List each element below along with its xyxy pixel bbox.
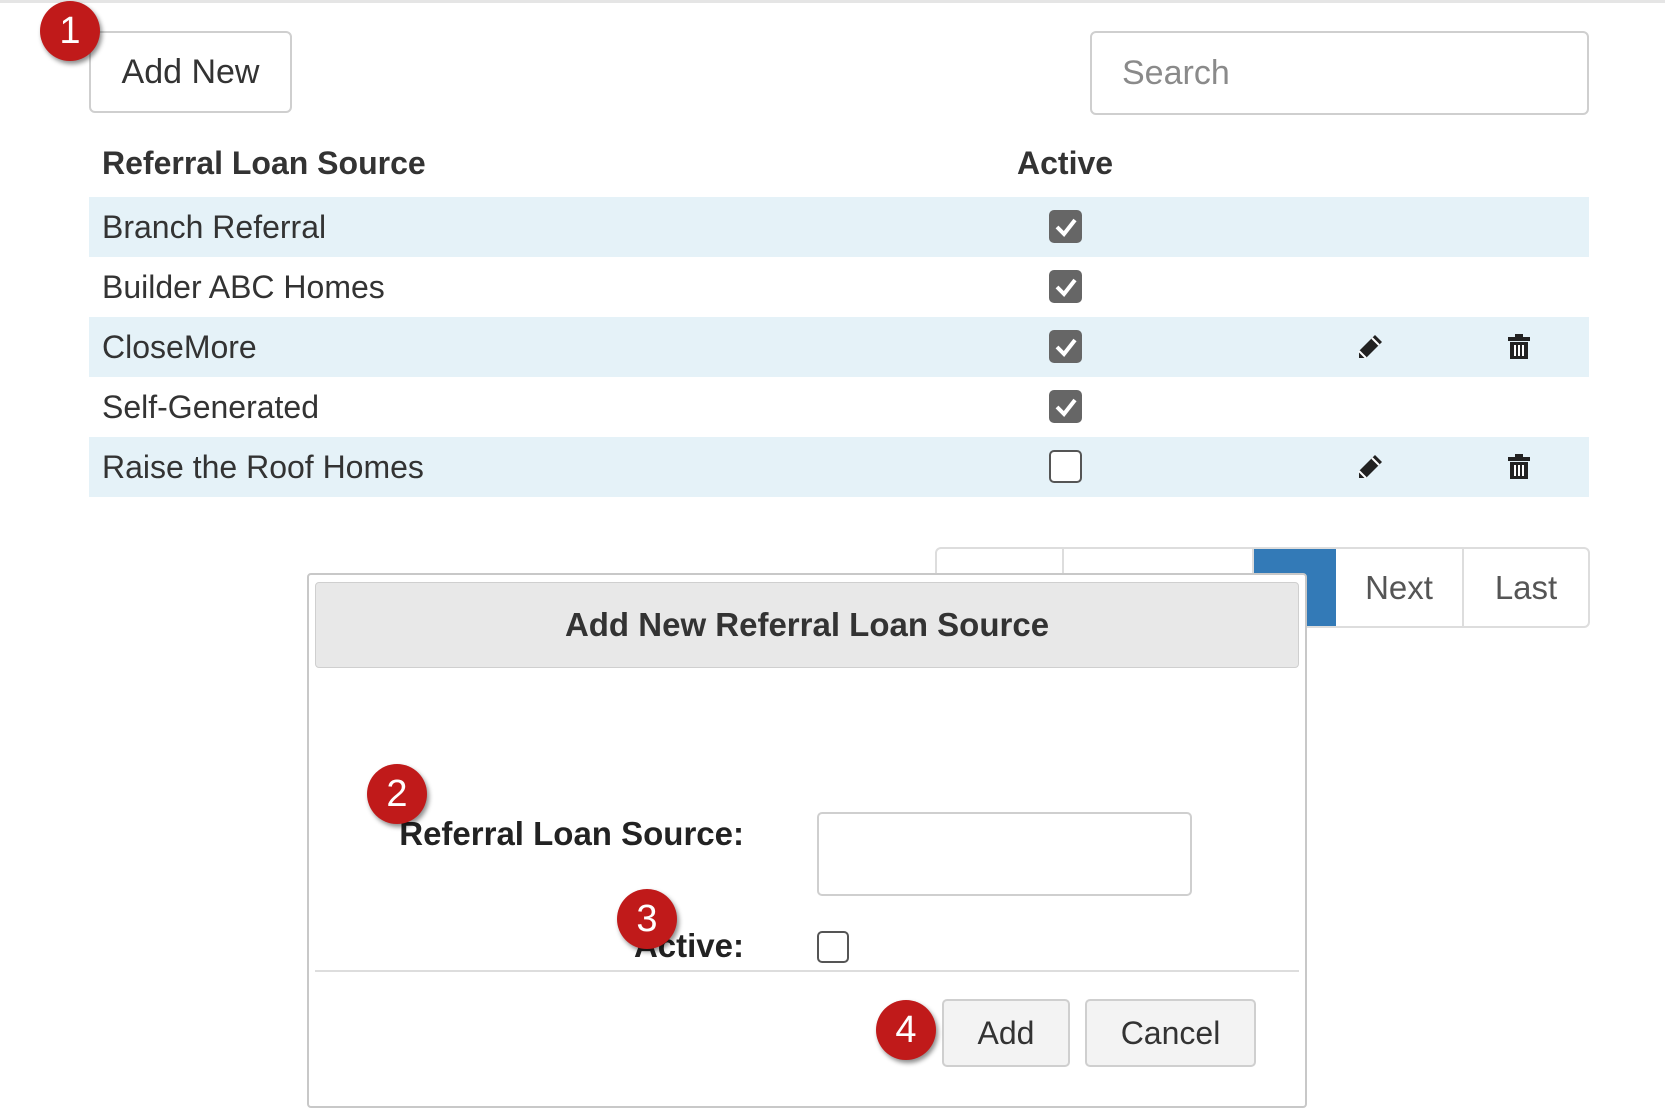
table-row: Builder ABC Homes	[89, 257, 1589, 317]
step-marker-1: 1	[40, 1, 100, 61]
pencil-icon[interactable]	[1354, 451, 1386, 483]
checkmark-icon	[1055, 398, 1077, 417]
modal-divider	[315, 970, 1299, 972]
add-new-button[interactable]: Add New	[89, 31, 292, 113]
step-marker-3: 3	[617, 889, 677, 949]
cancel-button[interactable]: Cancel	[1085, 999, 1256, 1067]
row-name: Self-Generated	[102, 389, 320, 425]
top-divider	[0, 0, 1665, 3]
referral-sources-table: Branch Referral Builder ABC Homes CloseM…	[89, 197, 1589, 497]
table-row: Self-Generated	[89, 377, 1589, 437]
checkmark-icon	[1055, 338, 1077, 357]
modal-title: Add New Referral Loan Source	[315, 582, 1299, 668]
active-label: Active:	[633, 927, 744, 964]
checkmark-icon	[1055, 218, 1077, 237]
step-marker-2: 2	[367, 764, 427, 824]
table-row: CloseMore	[89, 317, 1589, 377]
search-input[interactable]	[1090, 31, 1589, 115]
active-checkbox	[1049, 330, 1082, 363]
trash-icon[interactable]	[1503, 331, 1535, 363]
column-header-referral-loan-source[interactable]: Referral Loan Source	[102, 145, 426, 182]
pencil-icon[interactable]	[1354, 331, 1386, 363]
active-checkbox	[1049, 450, 1082, 483]
column-header-active[interactable]: Active	[1017, 145, 1113, 182]
row-name: Raise the Roof Homes	[102, 449, 424, 485]
referral-loan-source-label: Referral Loan Source:	[399, 815, 744, 852]
page-last-button[interactable]: Last	[1464, 549, 1588, 626]
step-marker-4: 4	[876, 1000, 936, 1060]
checkmark-icon	[1055, 278, 1077, 297]
active-checkbox	[1049, 390, 1082, 423]
page-next-button[interactable]: Next	[1336, 549, 1464, 626]
active-checkbox-input[interactable]	[817, 931, 849, 963]
referral-loan-source-input[interactable]	[817, 812, 1192, 896]
active-checkbox	[1049, 270, 1082, 303]
table-row: Branch Referral	[89, 197, 1589, 257]
row-name: CloseMore	[102, 329, 257, 365]
row-name: Branch Referral	[102, 209, 327, 245]
trash-icon[interactable]	[1503, 451, 1535, 483]
add-referral-modal: Add New Referral Loan Source Referral Lo…	[307, 573, 1307, 1108]
table-row: Raise the Roof Homes	[89, 437, 1589, 497]
row-name: Builder ABC Homes	[102, 269, 385, 305]
active-checkbox	[1049, 210, 1082, 243]
add-button[interactable]: Add	[942, 999, 1070, 1067]
